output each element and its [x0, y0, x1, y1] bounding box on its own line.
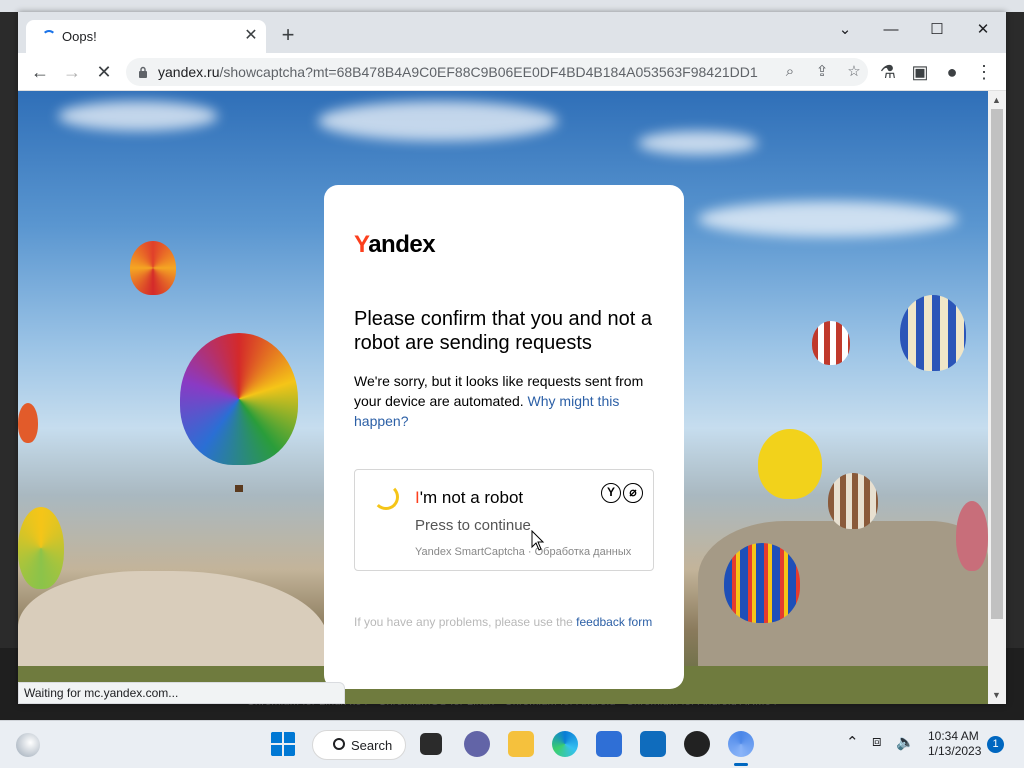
volume-icon[interactable]: 🔈 — [896, 733, 915, 751]
stop-loading-button[interactable]: ✕ — [90, 58, 118, 86]
side-panel-icon[interactable]: ▣ — [906, 58, 934, 86]
system-clock[interactable]: 10:34 AM 1/13/2023 — [928, 729, 981, 759]
logo-text: andex — [368, 231, 436, 258]
notification-badge[interactable]: 1 — [987, 736, 1004, 753]
url-text: yandex.ru/showcaptcha?mt=68B478B4A9C0EF8… — [158, 64, 758, 80]
microsoft-store-icon[interactable] — [596, 731, 622, 757]
network-icon[interactable]: ⧈ — [872, 733, 882, 750]
lab-flask-icon[interactable]: ⚗ — [874, 58, 902, 86]
press-to-continue-text: Press to continue — [415, 517, 531, 534]
checkbox-label-rest: 'm not a robot — [419, 488, 524, 507]
back-button[interactable]: ← — [26, 58, 54, 86]
smartcaptcha-footer[interactable]: Yandex SmartCaptcha · Обработка данных — [415, 546, 631, 558]
browser-window: Oops! ✕ + ⌄ — ☐ ✕ ← → ✕ yandex.ru/showca… — [18, 12, 1006, 704]
tab-active[interactable]: Oops! ✕ — [26, 20, 266, 53]
yandex-y-logo-icon: Y — [601, 483, 621, 503]
profile-avatar-icon[interactable]: ● — [938, 58, 966, 86]
lock-icon — [139, 66, 147, 78]
balloon — [18, 403, 38, 443]
chromium-browser-icon[interactable] — [728, 731, 754, 757]
tab-search-icon[interactable]: ⌄ — [822, 16, 868, 44]
close-window-button[interactable]: ✕ — [960, 16, 1006, 44]
balloon — [18, 507, 64, 589]
smartcaptcha-logo-icon: ⌀ — [623, 483, 643, 503]
mouse-cursor-icon — [531, 530, 545, 551]
loading-spinner-icon — [42, 30, 56, 44]
share-icon[interactable]: ⇪ — [812, 62, 832, 82]
browser-toolbar: ← → ✕ yandex.ru/showcaptcha?mt=68B478B4A… — [18, 53, 1006, 91]
bookmark-star-icon[interactable]: ☆ — [844, 62, 864, 82]
minimize-button[interactable]: — — [868, 16, 914, 44]
address-bar[interactable]: yandex.ru/showcaptcha?mt=68B478B4A9C0EF8… — [126, 58, 868, 86]
windows-start-icon[interactable] — [270, 731, 296, 757]
forward-button[interactable]: → — [58, 58, 86, 86]
balloon — [812, 321, 850, 365]
show-hidden-icons-chevron-icon[interactable]: ⌃ — [846, 733, 859, 751]
taskbar-search-button[interactable]: Search — [312, 730, 406, 760]
feedback-form-link[interactable]: feedback form — [576, 615, 652, 629]
task-view-icon[interactable] — [420, 733, 442, 755]
captcha-card: Yandex Please confirm that you and not a… — [324, 185, 684, 689]
balloon — [956, 501, 988, 571]
problems-message: If you have any problems, please use the — [354, 615, 573, 629]
cloud — [638, 131, 758, 155]
balloon — [724, 543, 800, 623]
zoom-search-icon[interactable]: ⌕ — [780, 62, 800, 82]
weather-widget-icon[interactable] — [16, 733, 40, 757]
desktop-top-strip — [0, 0, 1024, 12]
media-player-icon[interactable] — [684, 731, 710, 757]
maximize-button[interactable]: ☐ — [914, 16, 960, 44]
status-bar: Waiting for mc.yandex.com... — [18, 682, 345, 704]
tab-close-icon[interactable]: ✕ — [242, 27, 260, 45]
taskbar: Search ⌃ ⧈ 🔈 10:34 AM 1/13/2023 1 — [0, 720, 1024, 768]
cloud — [58, 101, 218, 131]
search-icon — [333, 738, 345, 750]
balloon — [130, 241, 176, 295]
balloon-basket — [235, 485, 243, 492]
page-background-hot-air-balloons: Yandex Please confirm that you and not a… — [18, 91, 988, 704]
search-label: Search — [351, 738, 393, 753]
balloon — [900, 295, 966, 371]
mail-icon[interactable] — [640, 731, 666, 757]
balloon — [758, 429, 822, 499]
page-title: Please confirm that you and not a robot … — [354, 308, 652, 354]
captcha-loading-spinner-icon — [373, 484, 399, 510]
scroll-down-arrow-icon[interactable]: ▼ — [992, 690, 1001, 700]
tab-strip: Oops! ✕ + ⌄ — ☐ ✕ — [18, 12, 1006, 53]
balloon — [180, 333, 298, 465]
edge-browser-icon[interactable] — [552, 731, 578, 757]
teams-chat-icon[interactable] — [464, 731, 490, 757]
clock-date: 1/13/2023 — [928, 744, 982, 758]
scroll-thumb[interactable] — [991, 109, 1003, 619]
url-path: /showcaptcha?mt=68B478B4A9C0EF88C9B06EE0… — [219, 64, 758, 80]
active-app-indicator — [734, 763, 748, 766]
not-a-robot-checkbox[interactable]: I'm not a robot Press to continue Yandex… — [354, 469, 654, 571]
vertical-scrollbar[interactable]: ▲ ▼ — [988, 91, 1006, 704]
checkbox-label: I'm not a robot — [415, 488, 523, 508]
scroll-up-arrow-icon[interactable]: ▲ — [992, 95, 1001, 105]
clock-time: 10:34 AM — [928, 729, 979, 743]
logo-letter: Y — [354, 231, 369, 258]
captcha-description: We're sorry, but it looks like requests … — [354, 371, 664, 431]
yandex-logo: Yandex — [354, 231, 436, 259]
cloud — [698, 201, 958, 237]
balloon — [828, 473, 878, 529]
new-tab-button[interactable]: + — [276, 24, 300, 48]
cloud — [318, 101, 558, 141]
url-host: yandex.ru — [158, 64, 220, 80]
file-explorer-icon[interactable] — [508, 731, 534, 757]
menu-kebab-icon[interactable]: ⋮ — [970, 58, 998, 86]
tab-title: Oops! — [62, 29, 97, 44]
problems-text: If you have any problems, please use the… — [354, 613, 654, 631]
